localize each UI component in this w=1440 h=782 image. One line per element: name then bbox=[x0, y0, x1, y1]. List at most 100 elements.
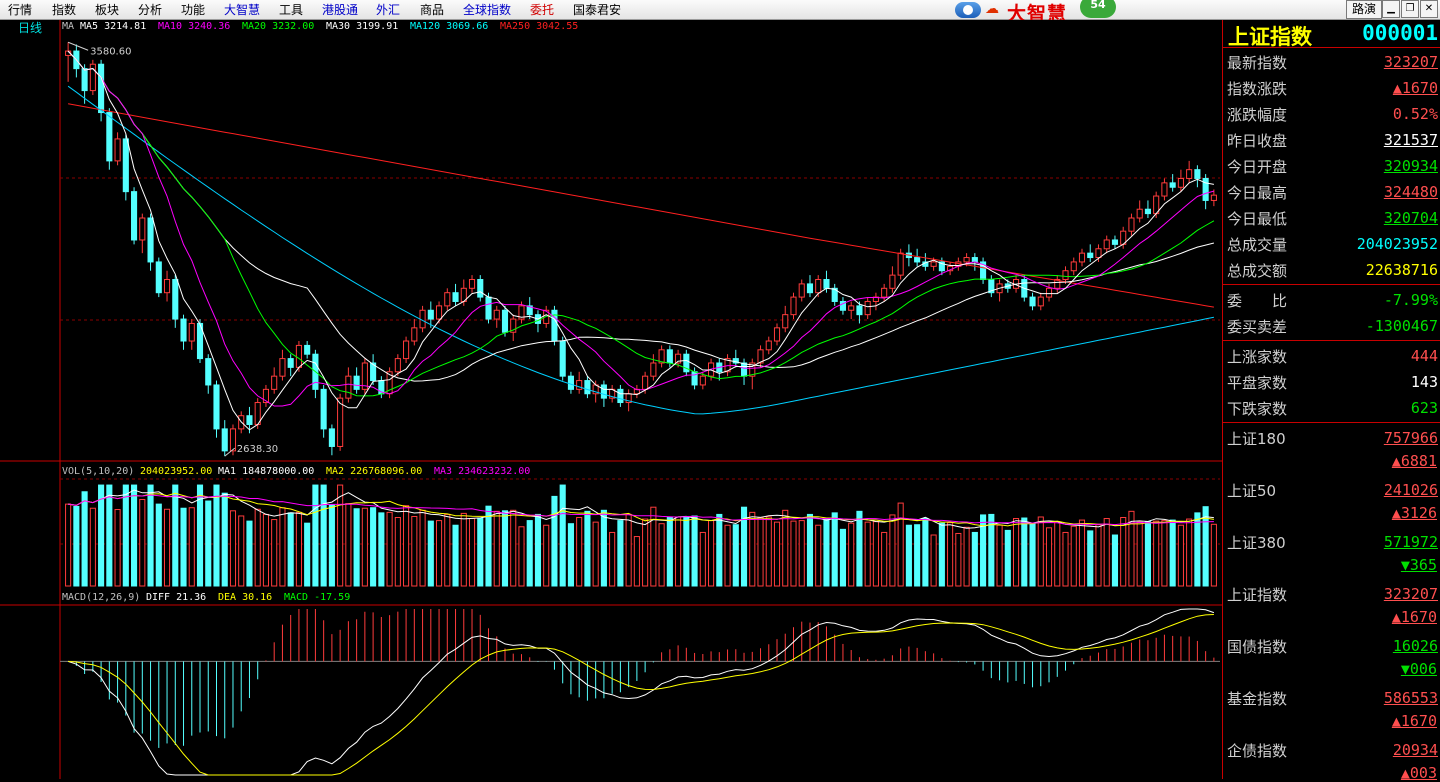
volume-bar bbox=[81, 491, 88, 587]
volume-bar bbox=[551, 495, 558, 587]
quote-row-d-4: 国债指数 16026 bbox=[1223, 633, 1440, 659]
volume-bar bbox=[625, 513, 632, 587]
menu-item-5[interactable]: 大智慧 bbox=[224, 3, 260, 17]
volume-bar bbox=[1136, 521, 1143, 587]
candle-body bbox=[765, 340, 772, 351]
menu-item-12[interactable]: 国泰君安 bbox=[573, 3, 621, 17]
volume-bar bbox=[295, 511, 302, 587]
volume-bar bbox=[131, 484, 138, 587]
candle-body bbox=[468, 279, 476, 289]
volume-bar bbox=[229, 510, 237, 587]
candle-body bbox=[1095, 248, 1102, 259]
volume-bar bbox=[485, 505, 492, 587]
quote-row-a-3: 昨日收盘 321537 bbox=[1223, 127, 1440, 153]
menu-item-0[interactable]: 行情 bbox=[8, 3, 32, 17]
menu-item-2[interactable]: 板块 bbox=[95, 3, 119, 17]
volume-bar bbox=[963, 526, 970, 587]
candle-body bbox=[584, 380, 591, 395]
volume-bar bbox=[180, 507, 187, 587]
candle-body bbox=[1128, 217, 1135, 232]
menu-item-3[interactable]: 分析 bbox=[138, 3, 162, 17]
volume-bar bbox=[188, 507, 195, 587]
candle-body bbox=[444, 292, 451, 307]
volume-bar bbox=[460, 512, 467, 587]
volume-bar bbox=[452, 524, 459, 587]
candle-body bbox=[963, 257, 970, 263]
candle-body bbox=[345, 375, 352, 399]
quote-label: 今日最低 bbox=[1227, 210, 1288, 228]
volume-bar bbox=[708, 520, 715, 587]
period-label: 日线 bbox=[18, 21, 42, 35]
restore-button[interactable]: ❐ bbox=[1401, 0, 1419, 18]
quote-row-d-5: 基金指数 586553 bbox=[1223, 685, 1440, 711]
candle-body bbox=[501, 309, 509, 333]
quote-row-d-2: 上证380 571972 bbox=[1223, 529, 1440, 555]
index-change: ▼365 bbox=[1400, 556, 1437, 574]
menu-item-8[interactable]: 外汇 bbox=[376, 3, 400, 17]
volume-bar bbox=[477, 517, 484, 587]
candle-body bbox=[106, 112, 113, 162]
volume-bar bbox=[353, 508, 360, 587]
volume-bar bbox=[1111, 534, 1119, 587]
candle-body bbox=[1070, 261, 1077, 272]
candle-body bbox=[1103, 239, 1110, 250]
menu-item-9[interactable]: 商品 bbox=[420, 3, 444, 17]
quote-row-d-3: 上证指数 323207 bbox=[1223, 581, 1440, 607]
menu-item-1[interactable]: 指数 bbox=[52, 3, 76, 17]
candle-body bbox=[411, 327, 418, 342]
volume-bar bbox=[419, 509, 426, 587]
index-code: 000001 bbox=[1362, 21, 1438, 45]
minimize-button[interactable]: ▁ bbox=[1382, 0, 1400, 18]
price-legend-item: MA bbox=[62, 21, 74, 32]
candle-body bbox=[881, 287, 888, 298]
volume-bar bbox=[914, 524, 921, 587]
volume-bar bbox=[1078, 519, 1086, 587]
quote-label: 上涨家数 bbox=[1227, 348, 1288, 366]
volume-bar bbox=[600, 509, 607, 587]
volume-bar bbox=[1029, 522, 1036, 587]
route-button[interactable]: 路演 bbox=[1346, 0, 1382, 19]
candle-body bbox=[353, 375, 360, 390]
menu-item-10[interactable]: 全球指数 bbox=[463, 3, 511, 17]
quote-label: 上证380 bbox=[1227, 534, 1286, 552]
volume-bar bbox=[576, 517, 583, 587]
volume-bar bbox=[510, 509, 517, 587]
quote-value: 320704 bbox=[1383, 209, 1438, 227]
candle-body bbox=[295, 344, 302, 368]
candle-body bbox=[139, 217, 146, 241]
candle-body bbox=[889, 274, 896, 289]
menu-item-4[interactable]: 功能 bbox=[181, 3, 205, 17]
volume-bar bbox=[609, 531, 616, 587]
quote-value: 586553 bbox=[1383, 689, 1438, 707]
quote-label: 总成交额 bbox=[1227, 262, 1288, 280]
price-legend-item: MA30 3199.91 bbox=[326, 21, 398, 32]
candle-body bbox=[403, 340, 410, 360]
quote-header: 上证指数 000001 bbox=[1223, 20, 1440, 49]
menu-item-11[interactable]: 委托 bbox=[530, 3, 554, 17]
volume-bar bbox=[567, 523, 574, 587]
volume-bar bbox=[238, 515, 245, 587]
close-button[interactable]: ✕ bbox=[1420, 0, 1438, 18]
candle-body bbox=[172, 279, 179, 320]
menu-item-7[interactable]: 港股通 bbox=[322, 3, 358, 17]
candle-body bbox=[205, 358, 212, 386]
vol-legend-item: VOL(5,10,20) bbox=[62, 466, 134, 477]
volume-bar bbox=[262, 513, 270, 587]
volume-bar bbox=[287, 512, 294, 587]
candle-body bbox=[1177, 177, 1184, 188]
quote-label: 委 比 bbox=[1227, 292, 1288, 310]
quote-row-a-8: 总成交额 22638716 bbox=[1223, 257, 1440, 283]
candle-body bbox=[1144, 208, 1151, 215]
volume-bar bbox=[378, 512, 385, 587]
candle-body bbox=[699, 375, 706, 386]
price-legend-item: MA20 3232.00 bbox=[242, 21, 314, 32]
candle-body bbox=[1062, 270, 1069, 281]
candle-body bbox=[147, 217, 154, 263]
menu-item-6[interactable]: 工具 bbox=[279, 3, 303, 17]
candle-body bbox=[477, 279, 484, 298]
volume-bar bbox=[386, 511, 393, 587]
candle-body bbox=[815, 279, 822, 294]
quote-value: 324480 bbox=[1383, 183, 1438, 201]
volume-bar bbox=[65, 503, 72, 587]
price-legend-item: MA120 3069.66 bbox=[410, 21, 488, 32]
